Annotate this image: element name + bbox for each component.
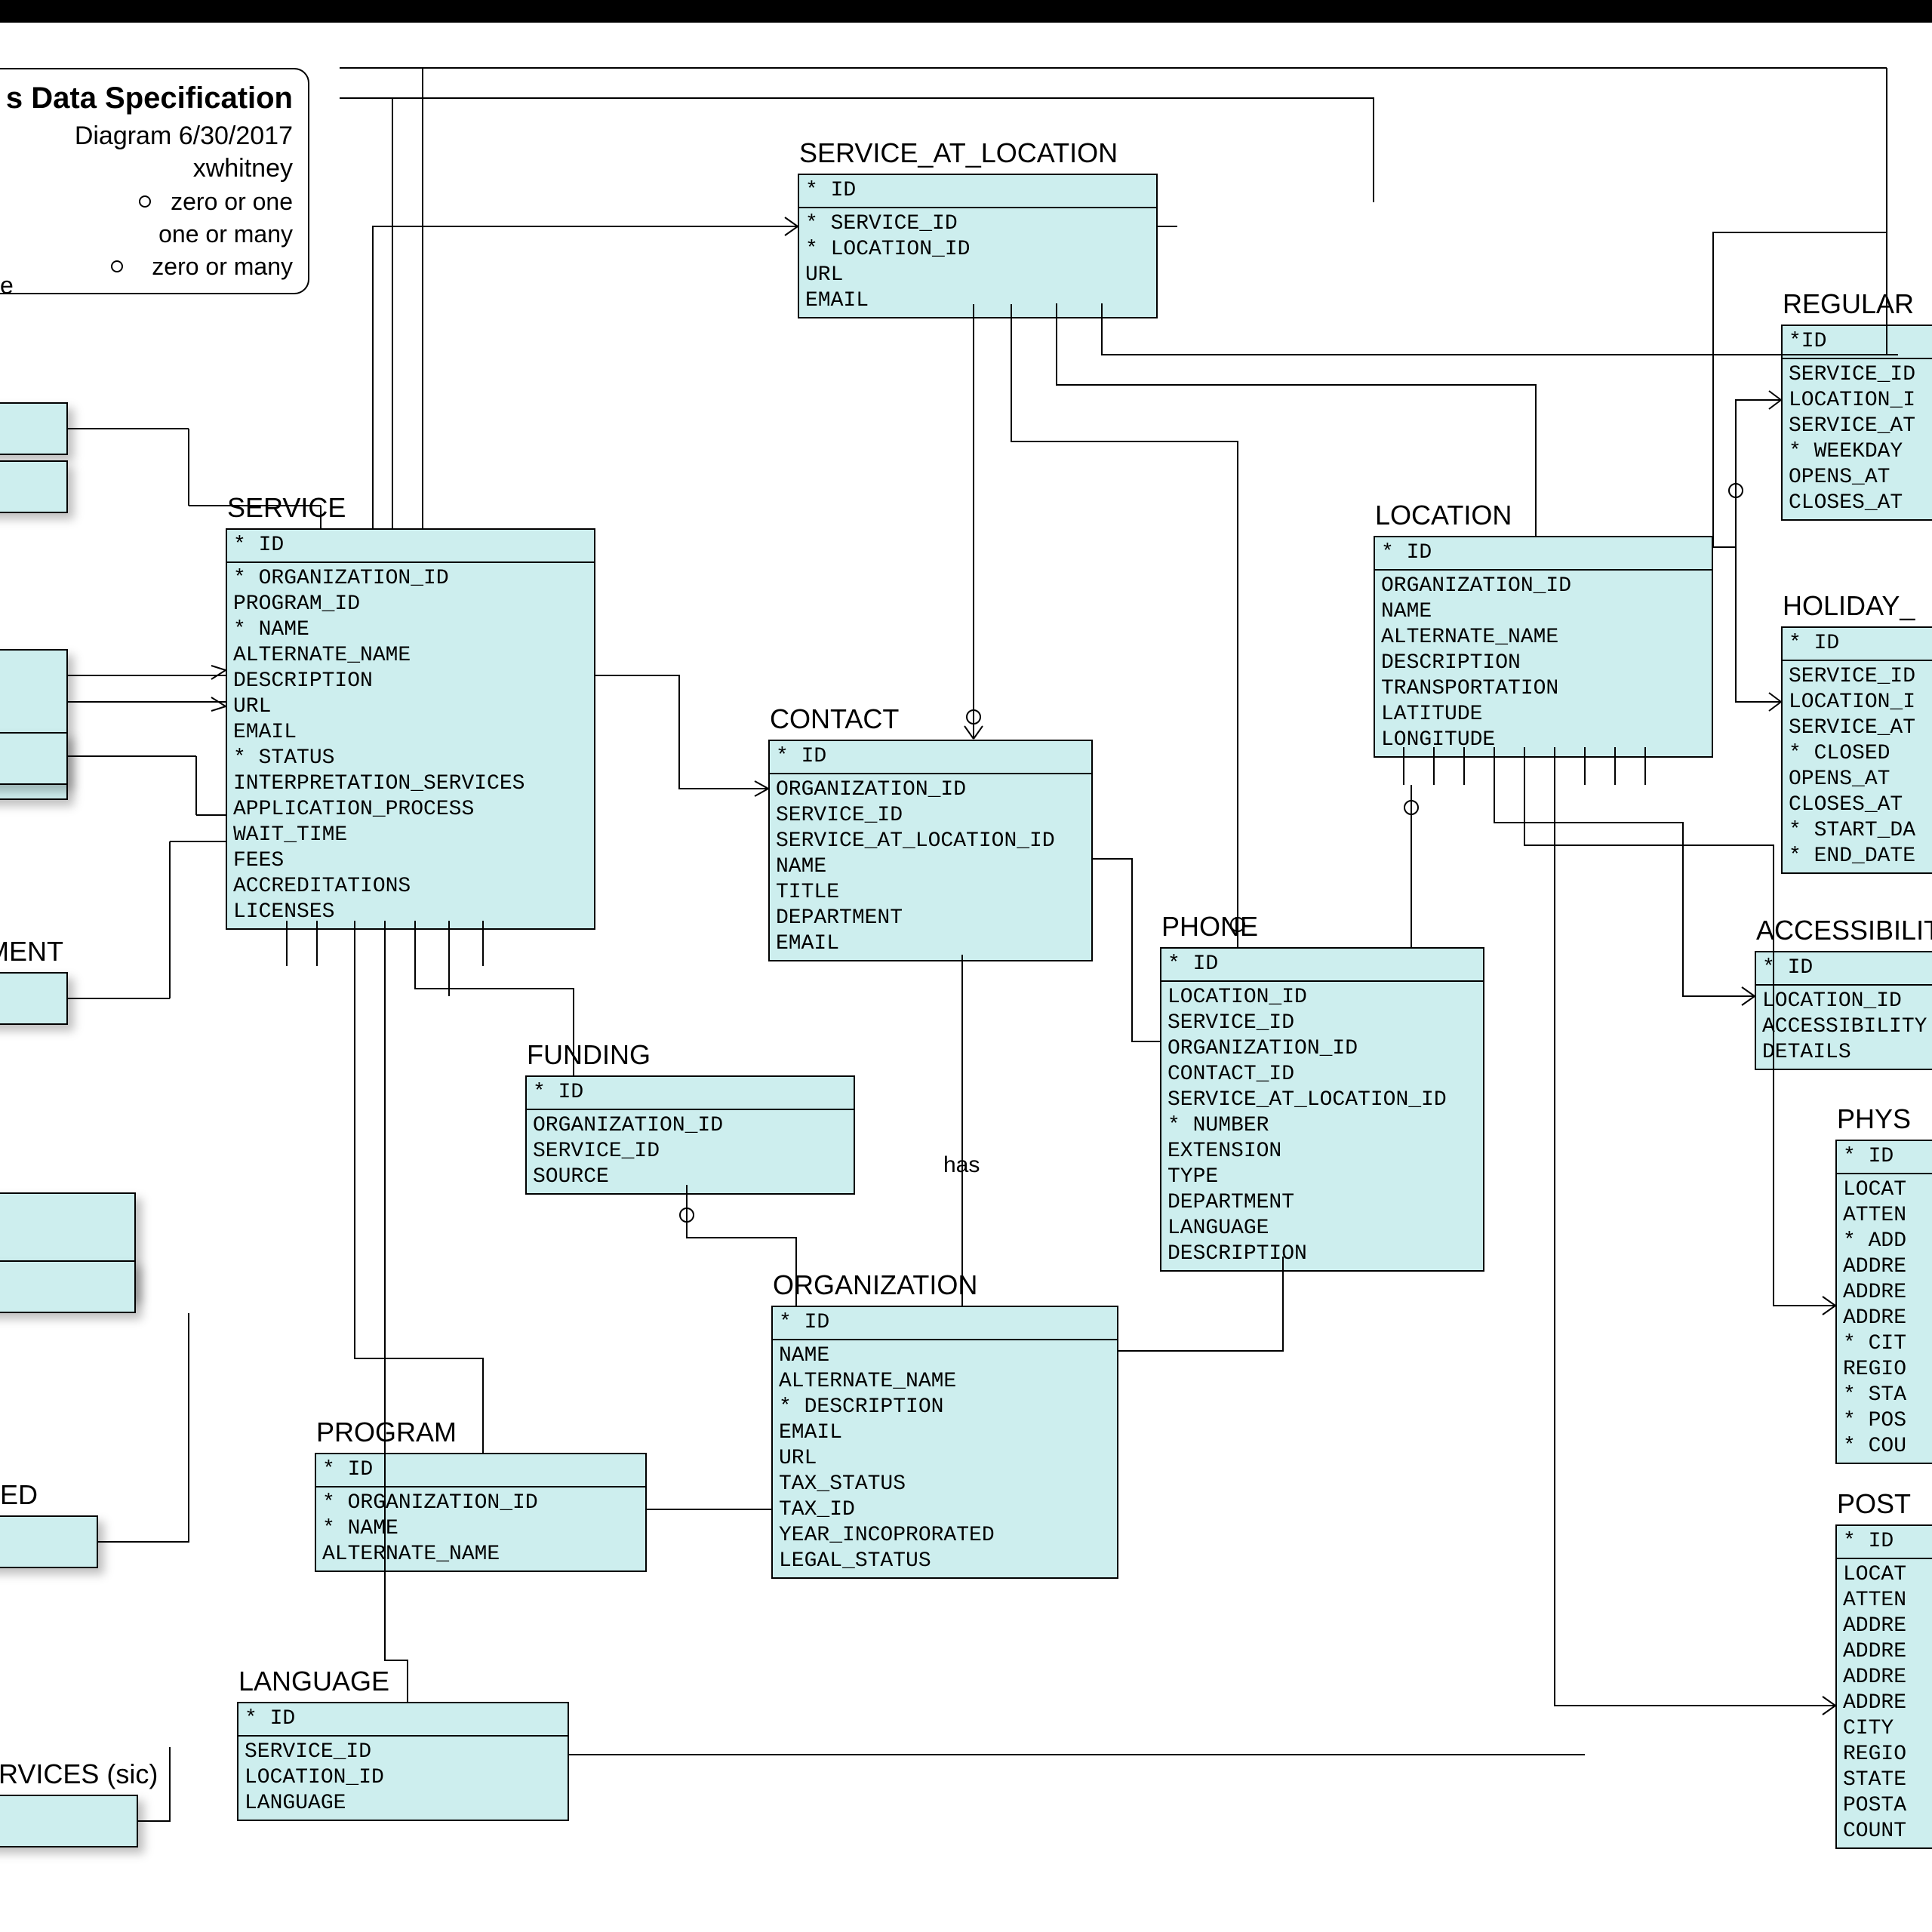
top-black-bar	[0, 0, 1932, 23]
left-fragment-box-8	[0, 1515, 98, 1568]
left-fragment-box-1	[0, 402, 68, 455]
field-list: * ORGANIZATION_ID* NAMEALTERNATE_NAME	[316, 1487, 645, 1571]
entity-title: POST	[1837, 1488, 1911, 1520]
field-list: LOCATION_IDACCESSIBILITYDETAILS	[1756, 986, 1932, 1069]
left-fragment-box-4	[0, 732, 68, 785]
left-fragment-box-9	[0, 1795, 138, 1847]
field-list: * SERVICE_ID* LOCATION_IDURLEMAIL	[799, 208, 1156, 317]
entity-contact: CONTACT * ID ORGANIZATION_IDSERVICE_IDSE…	[768, 740, 1093, 961]
entity-title: SERVICE_AT_LOCATION	[799, 137, 1118, 169]
field-list: NAMEALTERNATE_NAME* DESCRIPTIONEMAILURLT…	[773, 1340, 1117, 1577]
entity-language: LANGUAGE * ID SERVICE_IDLOCATION_IDLANGU…	[237, 1702, 569, 1821]
left-fragment-services: _SERVICES (sic)	[0, 1758, 158, 1790]
field-list: * ORGANIZATION_IDPROGRAM_ID* NAMEALTERNA…	[227, 563, 594, 928]
entity-title: ACCESSIBILITY_	[1756, 915, 1932, 946]
field-list: LOCATION_IDSERVICE_IDORGANIZATION_IDCONT…	[1161, 982, 1483, 1270]
entity-funding: FUNDING * ID ORGANIZATION_IDSERVICE_IDSO…	[525, 1075, 855, 1195]
field-list: ORGANIZATION_IDSERVICE_IDSOURCE	[527, 1110, 854, 1193]
entity-physical-address: PHYS * ID LOCATATTEN* ADDADDREADDREADDRE…	[1835, 1140, 1932, 1464]
field-list: SERVICE_IDLOCATION_ISERVICE_AT* WEEKDAYO…	[1783, 359, 1932, 519]
entity-title: ORGANIZATION	[773, 1269, 977, 1301]
field-list: SERVICE_IDLOCATION_ISERVICE_AT* CLOSEDOP…	[1783, 661, 1932, 872]
left-fragment-box-5	[0, 972, 68, 1025]
entity-program: PROGRAM * ID * ORGANIZATION_ID* NAMEALTE…	[315, 1453, 647, 1572]
title-line-3: xwhitney	[2, 154, 293, 183]
entity-regular-schedule: REGULAR *ID SERVICE_IDLOCATION_ISERVICE_…	[1781, 325, 1932, 521]
field-list: LOCATATTENADDREADDREADDREADDRECITYREGIOS…	[1837, 1559, 1932, 1847]
entity-organization: ORGANIZATION * ID NAMEALTERNATE_NAME* DE…	[771, 1306, 1118, 1579]
title-line-2: Diagram 6/30/2017	[2, 122, 293, 151]
left-fragment-box-2	[0, 460, 68, 513]
entity-accessibility: ACCESSIBILITY_ * ID LOCATION_IDACCESSIBI…	[1755, 951, 1932, 1070]
entity-title: SERVICE	[227, 492, 346, 524]
glyph-zero-or-many	[75, 253, 152, 281]
entity-title: REGULAR	[1783, 288, 1914, 320]
left-fragment-cument: CUMENT	[0, 936, 63, 968]
entity-title: PROGRAM	[316, 1417, 457, 1448]
entity-location: LOCATION * ID ORGANIZATION_IDNAMEALTERNA…	[1374, 536, 1713, 758]
entity-title: FUNDING	[527, 1039, 651, 1071]
legend-zero-or-one: zero or one	[2, 188, 293, 216]
entity-phone: PHONE * ID LOCATION_IDSERVICE_IDORGANIZA…	[1160, 947, 1484, 1272]
entity-title: CONTACT	[770, 703, 899, 735]
field-list: ORGANIZATION_IDNAMEALTERNATE_NAMEDESCRIP…	[1375, 571, 1712, 756]
rel-label-has: has	[943, 1152, 980, 1178]
left-fragment-box-7	[0, 1260, 136, 1313]
entity-postal-address: POST * ID LOCATATTENADDREADDREADDREADDRE…	[1835, 1524, 1932, 1849]
glyph-one-or-many	[82, 220, 158, 248]
title-line-1: s Data Specification	[2, 82, 293, 115]
legend-one-or-many: one or many	[2, 220, 293, 248]
entity-title: PHYS	[1837, 1103, 1911, 1135]
field-list: SERVICE_IDLOCATION_IDLANGUAGE	[238, 1737, 568, 1820]
entity-title: PHONE	[1161, 911, 1258, 943]
left-fragment-epted: EPTED	[0, 1479, 38, 1511]
diagram-title-legend: s Data Specification Diagram 6/30/2017 x…	[0, 68, 309, 294]
entity-holiday-schedule: HOLIDAY_ * ID SERVICE_IDLOCATION_ISERVIC…	[1781, 626, 1932, 874]
entity-service-at-location: SERVICE_AT_LOCATION * ID * SERVICE_ID* L…	[798, 174, 1158, 318]
diagram-canvas: s Data Specification Diagram 6/30/2017 x…	[0, 23, 1932, 1932]
entity-title: LANGUAGE	[238, 1666, 389, 1697]
legend-partial-e: e	[0, 272, 14, 300]
legend-zero-or-many: zero or many	[2, 253, 293, 281]
glyph-zero-or-one	[94, 188, 171, 216]
entity-service: SERVICE * ID * ORGANIZATION_IDPROGRAM_ID…	[226, 528, 595, 930]
field-list: ORGANIZATION_IDSERVICE_IDSERVICE_AT_LOCA…	[770, 774, 1091, 960]
entity-title: LOCATION	[1375, 500, 1512, 531]
field-list: LOCATATTEN* ADDADDREADDREADDRE* CITREGIO…	[1837, 1174, 1932, 1463]
entity-title: HOLIDAY_	[1783, 590, 1915, 622]
